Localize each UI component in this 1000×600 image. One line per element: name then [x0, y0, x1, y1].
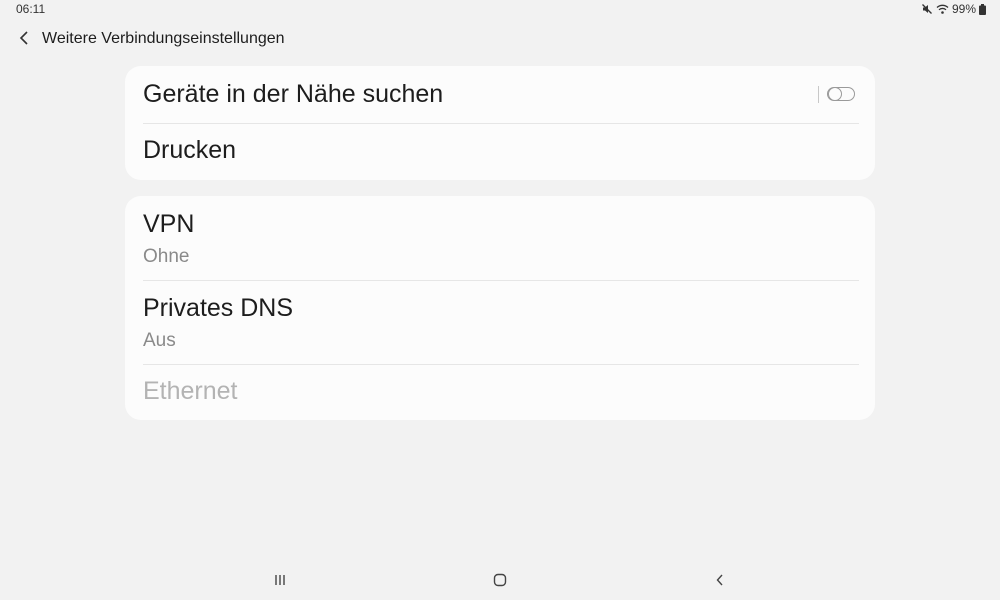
- status-icons: 99%: [921, 2, 986, 16]
- setting-title: Ethernet: [143, 377, 238, 405]
- setting-title: Geräte in der Nähe suchen: [143, 80, 444, 108]
- home-button[interactable]: [486, 568, 514, 596]
- nearby-scan-toggle[interactable]: [827, 86, 855, 101]
- navigation-bar: [0, 560, 1000, 600]
- setting-private-dns[interactable]: Privates DNS Aus: [125, 280, 875, 364]
- setting-subtitle: Ohne: [143, 246, 190, 267]
- setting-title: Drucken: [143, 136, 237, 164]
- back-icon: [715, 573, 725, 592]
- page-title: Weitere Verbindungseinstellungen: [42, 30, 285, 47]
- setting-ethernet: Ethernet: [125, 364, 875, 420]
- status-bar: 06:11 99%: [0, 0, 1000, 18]
- battery-level: 99%: [951, 2, 976, 16]
- app-bar: Weitere Verbindungseinstellungen: [0, 26, 1000, 54]
- battery-icon: [979, 3, 986, 15]
- wifi-icon: [936, 3, 949, 15]
- recents-button[interactable]: [266, 568, 294, 596]
- settings-card-devices: Geräte in der Nähe suchen Drucken: [125, 66, 875, 180]
- setting-subtitle: Aus: [143, 330, 176, 351]
- setting-nearby-device-scanning[interactable]: Geräte in der Nähe suchen: [125, 66, 875, 123]
- setting-title: VPN: [143, 210, 195, 238]
- setting-title: Privates DNS: [143, 294, 294, 322]
- toggle-divider: [818, 86, 819, 103]
- status-time: 06:11: [16, 2, 46, 16]
- home-icon: [493, 573, 507, 592]
- nav-back-button[interactable]: [706, 568, 734, 596]
- mute-icon: [921, 3, 933, 15]
- setting-vpn[interactable]: VPN Ohne: [125, 196, 875, 280]
- settings-card-network: VPN Ohne Privates DNS Aus Ethernet: [125, 196, 875, 420]
- chevron-left-icon: [18, 30, 30, 51]
- recents-icon: [273, 573, 287, 591]
- toggle-knob: [828, 86, 842, 101]
- setting-printing[interactable]: Drucken: [125, 123, 875, 180]
- back-button[interactable]: [12, 28, 36, 52]
